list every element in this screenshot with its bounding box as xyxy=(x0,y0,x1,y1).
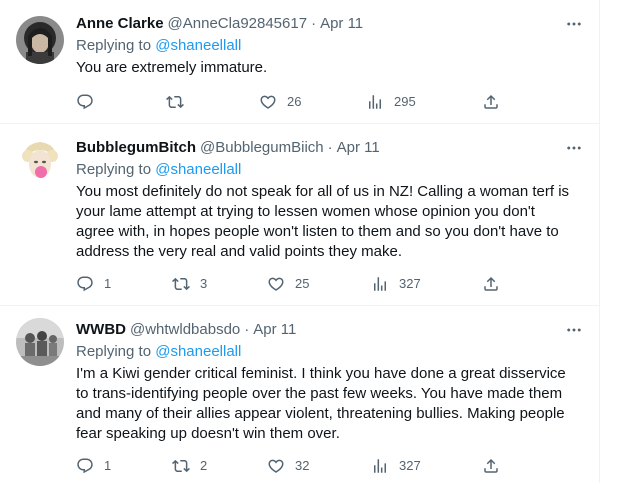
replying-to-handle[interactable]: @shaneellall xyxy=(155,37,241,54)
view-count: 327 xyxy=(399,458,421,473)
author-handle[interactable]: @BubblegumBiich xyxy=(200,138,324,158)
tweet-actions: 26 295 xyxy=(76,92,506,112)
replying-to-label: Replying to xyxy=(76,161,152,178)
tweet[interactable]: WWBD @whtwldbabsdo · Apr 11 Replying to … xyxy=(0,306,600,483)
separator: · xyxy=(311,15,317,32)
retweet-button[interactable]: 3 xyxy=(172,274,207,294)
more-options-icon[interactable] xyxy=(564,138,584,158)
reply-count: 1 xyxy=(104,458,112,473)
retweet-icon xyxy=(166,93,184,111)
share-icon xyxy=(482,93,500,111)
tweet-actions: 1 2 32 327 xyxy=(76,456,506,476)
tweet-text: You are extremely immature. xyxy=(76,59,268,76)
replying-to: Replying to @shaneellall xyxy=(76,36,584,56)
retweet-button[interactable] xyxy=(166,92,194,112)
retweet-count: 3 xyxy=(200,276,208,291)
like-count: 32 xyxy=(295,458,310,473)
tweet-header: WWBD @whtwldbabsdo · Apr 11 xyxy=(76,320,584,340)
retweet-icon xyxy=(172,457,190,475)
reply-icon xyxy=(76,457,94,475)
reply-button[interactable]: 1 xyxy=(76,456,111,476)
avatar-group-photo-icon[interactable] xyxy=(16,318,64,366)
tweet-date[interactable]: Apr 11 xyxy=(253,320,296,340)
replying-to: Replying to @shaneellall xyxy=(76,160,584,180)
share-button[interactable] xyxy=(482,274,500,294)
like-icon xyxy=(259,93,277,111)
tweet-text: You most definitely do not speak for all… xyxy=(76,183,570,260)
separator: · xyxy=(244,321,250,338)
views-button[interactable]: 327 xyxy=(371,274,421,294)
more-options-icon[interactable] xyxy=(564,320,584,340)
author-name[interactable]: WWBD xyxy=(76,320,126,340)
view-count: 327 xyxy=(399,276,421,291)
share-icon xyxy=(482,457,500,475)
reply-icon xyxy=(76,93,94,111)
replying-to-handle[interactable]: @shaneellall xyxy=(155,343,241,360)
tweet-date[interactable]: Apr 11 xyxy=(337,138,380,158)
reply-icon xyxy=(76,275,94,293)
share-icon xyxy=(482,275,500,293)
like-button[interactable]: 32 xyxy=(267,456,309,476)
replying-to: Replying to @shaneellall xyxy=(76,342,584,362)
share-button[interactable] xyxy=(482,92,500,112)
like-button[interactable]: 25 xyxy=(267,274,309,294)
tweet-actions: 1 3 25 327 xyxy=(76,274,506,294)
author-handle[interactable]: @AnneCla92845617 xyxy=(168,14,308,34)
like-count: 25 xyxy=(295,276,310,291)
reply-feed: Anne Clarke @AnneCla92845617 · Apr 11 Re… xyxy=(0,0,600,483)
retweet-button[interactable]: 2 xyxy=(172,456,207,476)
author-name[interactable]: Anne Clarke xyxy=(76,14,164,34)
tweet-text: I'm a Kiwi gender critical feminist. I t… xyxy=(76,365,566,442)
avatar-blonde-bubblegum-icon[interactable] xyxy=(16,136,64,184)
views-icon xyxy=(366,93,384,111)
reply-button[interactable] xyxy=(76,92,104,112)
views-icon xyxy=(371,275,389,293)
separator: · xyxy=(327,139,333,156)
avatar-dark-hair-icon[interactable] xyxy=(16,16,64,64)
more-options-icon[interactable] xyxy=(564,14,584,34)
tweet[interactable]: BubblegumBitch @BubblegumBiich · Apr 11 … xyxy=(0,124,600,306)
views-button[interactable]: 295 xyxy=(366,92,416,112)
replying-to-label: Replying to xyxy=(76,343,152,360)
tweet-date[interactable]: Apr 11 xyxy=(320,14,363,34)
retweet-count: 2 xyxy=(200,458,208,473)
reply-count: 1 xyxy=(104,276,112,291)
like-count: 26 xyxy=(287,94,302,109)
like-icon xyxy=(267,457,285,475)
reply-button[interactable]: 1 xyxy=(76,274,111,294)
replying-to-label: Replying to xyxy=(76,37,152,54)
like-icon xyxy=(267,275,285,293)
like-button[interactable]: 26 xyxy=(259,92,301,112)
views-icon xyxy=(371,457,389,475)
author-name[interactable]: BubblegumBitch xyxy=(76,138,196,158)
views-button[interactable]: 327 xyxy=(371,456,421,476)
tweet-header: BubblegumBitch @BubblegumBiich · Apr 11 xyxy=(76,138,584,158)
share-button[interactable] xyxy=(482,456,500,476)
view-count: 295 xyxy=(394,94,416,109)
tweet[interactable]: Anne Clarke @AnneCla92845617 · Apr 11 Re… xyxy=(0,0,600,124)
retweet-icon xyxy=(172,275,190,293)
replying-to-handle[interactable]: @shaneellall xyxy=(155,161,241,178)
author-handle[interactable]: @whtwldbabsdo xyxy=(130,320,240,340)
tweet-header: Anne Clarke @AnneCla92845617 · Apr 11 xyxy=(76,14,584,34)
